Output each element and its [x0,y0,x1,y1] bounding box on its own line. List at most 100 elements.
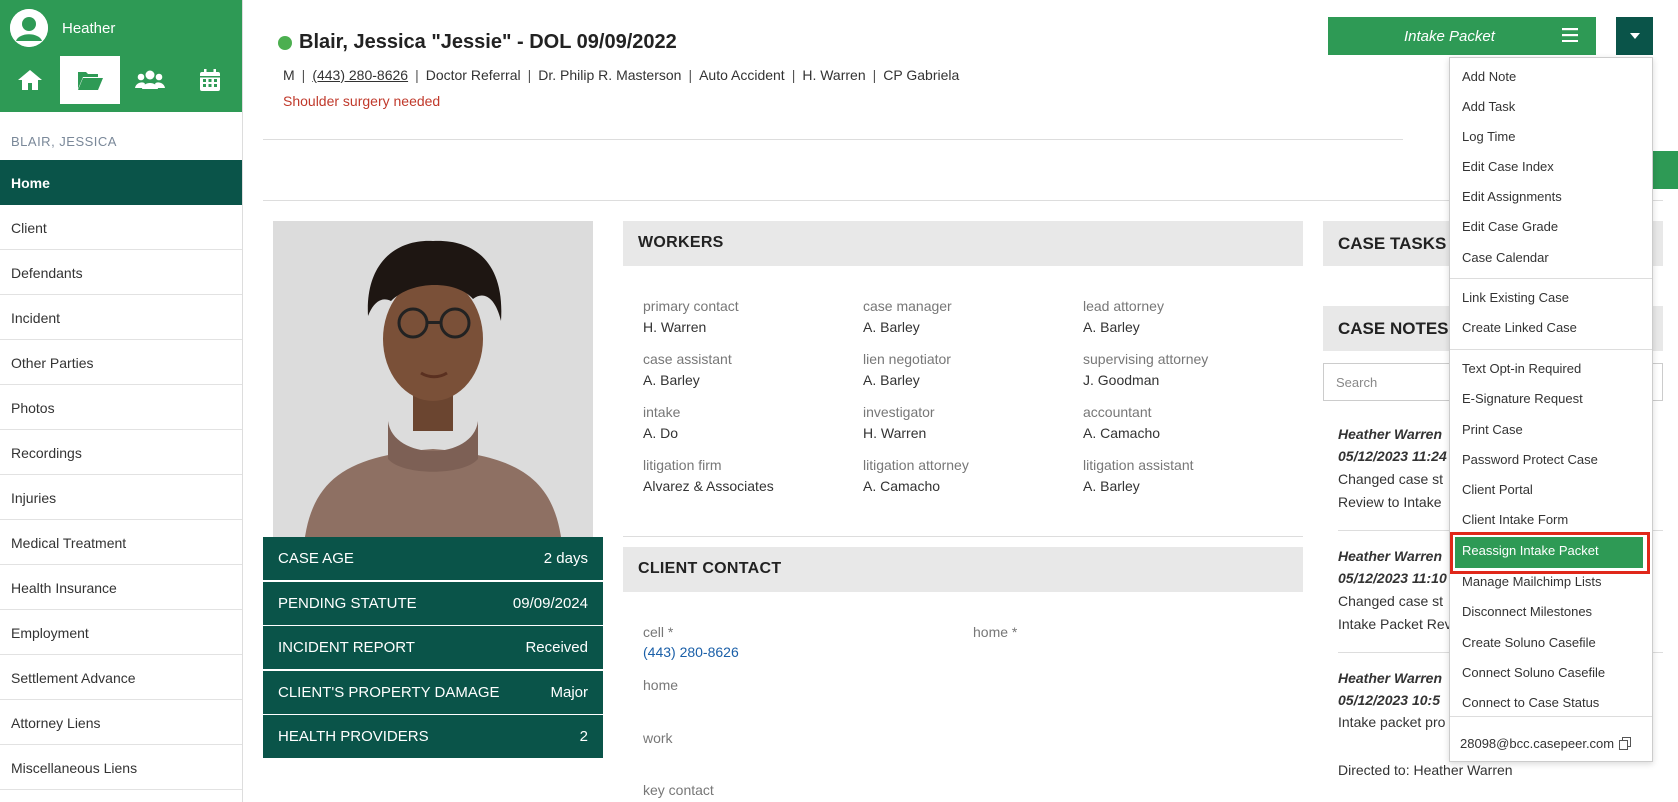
dropdown-item-link-existing-case[interactable]: Link Existing Case [1462,290,1569,305]
sidebar-item-incident[interactable]: Incident [0,295,242,340]
dropdown-item-create-linked-case[interactable]: Create Linked Case [1462,320,1577,335]
meta-separator: | [527,67,532,83]
worker-name: A. Barley [1083,319,1140,335]
sidebar-nav-icons [0,56,242,104]
worker-name: A. Camacho [863,478,941,494]
sidebar-item-defendants[interactable]: Defendants [0,250,242,295]
dropdown-item-disconnect-milestones[interactable]: Disconnect Milestones [1462,604,1592,619]
client-photo [273,221,593,555]
stat-value: 2 days [543,550,588,567]
worker-cell: litigation firm Alvarez & Associates [643,457,774,494]
note-text: Intake Packet Rev [1338,616,1452,632]
sidebar-item-recordings[interactable]: Recordings [0,430,242,475]
calendar-icon[interactable] [180,56,240,104]
sidebar-item-miscellaneous-liens[interactable]: Miscellaneous Liens [0,745,242,790]
dropdown-divider [1450,349,1652,350]
worker-name: A. Barley [863,319,920,335]
worker-name: A. Do [643,425,679,441]
stat-label: CLIENT'S PROPERTY DAMAGE [278,684,500,701]
case-email[interactable]: 28098@bcc.casepeer.com [1460,736,1632,751]
users-icon[interactable] [120,56,180,104]
dropdown-item-add-note[interactable]: Add Note [1462,69,1516,84]
sidebar: Heather BLAIR, JESSICA Home Client Defenda… [0,0,243,802]
worker-cell: case assistant A. Barley [643,351,732,388]
actions-dropdown-button[interactable] [1616,17,1653,55]
note-text: Intake packet pro [1338,714,1446,730]
worker-role-label: accountant [1083,404,1152,420]
key-contact-label: key contact [643,782,714,798]
copy-icon[interactable] [1619,737,1632,750]
home-icon[interactable] [0,56,60,104]
status-indicator [278,35,292,50]
dropdown-item-case-calendar[interactable]: Case Calendar [1462,250,1549,265]
sidebar-item-settlement-advance[interactable]: Settlement Advance [0,655,242,700]
sidebar-header: Heather [0,0,242,112]
work-label: work [643,730,673,746]
cell-label: cell * [643,624,674,640]
dropdown-item-log-time[interactable]: Log Time [1462,129,1515,144]
meta-separator: | [301,67,306,83]
dropdown-item-edit-case-grade[interactable]: Edit Case Grade [1462,219,1558,234]
green-action-button[interactable] [1650,151,1678,189]
stat-row: HEALTH PROVIDERS 2 [263,715,603,758]
worker-cell: lien negotiator A. Barley [863,351,951,388]
case-meta-item: Dr. Philip R. Masterson [538,67,682,83]
user-menu[interactable]: Heather [0,0,242,56]
note-author: Heather Warren [1338,426,1443,442]
dropdown-item-connect-to-case-status[interactable]: Connect to Case Status [1462,695,1599,710]
sidebar-item-client[interactable]: Client [0,205,242,250]
worker-role-label: supervising attorney [1083,351,1209,367]
worker-cell: accountant A. Camacho [1083,404,1160,441]
sidebar-item-medical-treatment[interactable]: Medical Treatment [0,520,242,565]
worker-role-label: case assistant [643,351,732,367]
dropdown-item-edit-case-index[interactable]: Edit Case Index [1462,159,1554,174]
dropdown-item-e-signature-request[interactable]: E-Signature Request [1462,391,1583,406]
dropdown-item-manage-mailchimp-lists[interactable]: Manage Mailchimp Lists [1462,574,1601,589]
note-author: Heather Warren [1338,670,1443,686]
sidebar-item-home[interactable]: Home [0,160,242,205]
client-phone-link[interactable]: (443) 280-8626 [312,67,408,83]
dropdown-item-client-intake-form[interactable]: Client Intake Form [1462,512,1568,527]
meta-separator: | [688,67,693,83]
caret-down-icon [1629,33,1640,39]
worker-role-label: investigator [863,404,935,420]
stat-label: HEALTH PROVIDERS [278,728,429,745]
dropdown-item-reassign-intake-packet[interactable]: Reassign Intake Packet [1462,543,1599,558]
worker-role-label: intake [643,404,681,420]
hamburger-menu-icon[interactable] [1562,28,1578,46]
dropdown-item-add-task[interactable]: Add Task [1462,99,1515,114]
worker-role-label: lien negotiator [863,351,951,367]
stat-value: Major [550,684,588,701]
dropdown-item-password-protect-case[interactable]: Password Protect Case [1462,452,1598,467]
worker-cell: lead attorney A. Barley [1083,298,1164,335]
dropdown-item-client-portal[interactable]: Client Portal [1462,482,1533,497]
dropdown-item-text-opt-in-required[interactable]: Text Opt-in Required [1462,361,1581,376]
meta-separator: | [415,67,419,83]
sidebar-item-attorney-liens[interactable]: Attorney Liens [0,700,242,745]
intake-packet-button[interactable]: Intake Packet [1328,17,1596,55]
worker-cell: primary contact H. Warren [643,298,739,335]
dropdown-item-create-soluno-casefile[interactable]: Create Soluno Casefile [1462,635,1596,650]
sidebar-item-photos[interactable]: Photos [0,385,242,430]
stat-value: 2 [579,728,588,745]
sidebar-case-label: BLAIR, JESSICA [11,134,117,149]
case-meta-item: H. Warren [802,67,866,83]
stat-row: INCIDENT REPORT Received [263,626,603,669]
intake-packet-label: Intake Packet [1404,27,1495,45]
dropdown-item-edit-assignments[interactable]: Edit Assignments [1462,189,1562,204]
workers-divider [623,536,1303,537]
dropdown-item-print-case[interactable]: Print Case [1462,422,1523,437]
user-avatar-icon [10,9,48,47]
dropdown-item-connect-soluno-casefile[interactable]: Connect Soluno Casefile [1462,665,1605,680]
note-author: Heather Warren [1338,548,1443,564]
sidebar-item-other-parties[interactable]: Other Parties [0,340,242,385]
sidebar-item-injuries[interactable]: Injuries [0,475,242,520]
worker-cell: supervising attorney J. Goodman [1083,351,1208,388]
cell-phone-link[interactable]: (443) 280-8626 [643,644,739,660]
case-alert: Shoulder surgery needed [283,93,441,109]
sidebar-nav-list: Home Client Defendants Incident Other Partie… [0,160,242,790]
sidebar-item-employment[interactable]: Employment [0,610,242,655]
sidebar-item-health-insurance[interactable]: Health Insurance [0,565,242,610]
folder-open-icon[interactable] [60,56,120,104]
case-title-row: Blair, Jessica "Jessie" - DOL 09/09/2022 [278,31,677,54]
